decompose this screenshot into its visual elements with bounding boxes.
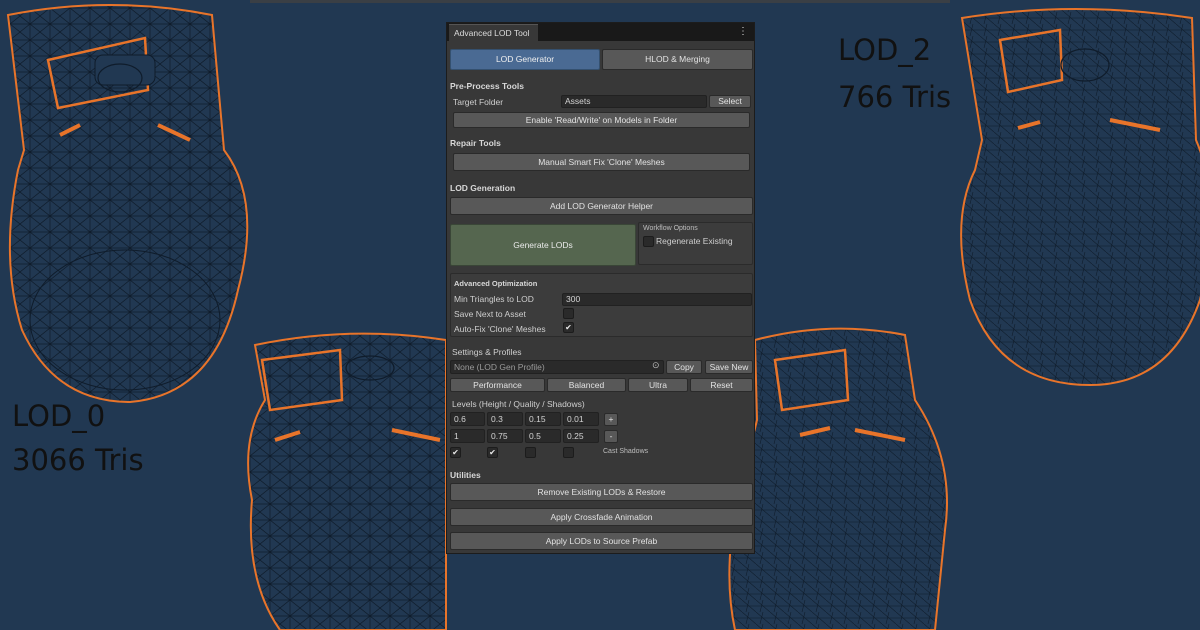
level-shadow-checkbox[interactable]: ✔ bbox=[487, 447, 498, 458]
generate-lods-button[interactable]: Generate LODs bbox=[450, 224, 636, 266]
preprocess-header: Pre-Process Tools bbox=[450, 81, 525, 91]
lod2-name-label: LOD_2 bbox=[838, 33, 932, 67]
target-folder-field[interactable]: Assets bbox=[561, 95, 707, 108]
select-folder-button[interactable]: Select bbox=[709, 95, 751, 108]
lod-generation-header: LOD Generation bbox=[450, 183, 516, 193]
workflow-options-box: Workflow Options Regenerate Existing bbox=[638, 222, 753, 265]
apply-crossfade-button[interactable]: Apply Crossfade Animation bbox=[450, 508, 753, 526]
level-quality-field[interactable]: 0.75 bbox=[487, 429, 523, 443]
auto-fix-clone-label: Auto-Fix 'Clone' Meshes bbox=[454, 324, 546, 334]
object-picker-icon[interactable]: ⊙ bbox=[652, 360, 660, 371]
gas-tank-model-lod0 bbox=[6, 4, 249, 404]
lod0-tris-label: 3066 Tris bbox=[12, 443, 144, 477]
level-shadow-checkbox[interactable]: ✔ bbox=[450, 447, 461, 458]
level-quality-field[interactable]: 0.5 bbox=[525, 429, 561, 443]
utilities-header: Utilities bbox=[450, 470, 481, 480]
kebab-menu-icon[interactable]: ⋮ bbox=[738, 25, 748, 39]
level-height-field[interactable]: 0.6 bbox=[450, 412, 485, 426]
min-triangles-field[interactable]: 300 bbox=[562, 293, 752, 306]
save-new-profile-button[interactable]: Save New bbox=[705, 360, 753, 374]
save-next-to-asset-checkbox[interactable] bbox=[563, 308, 574, 319]
profile-object-field[interactable]: None (LOD Gen Profile) bbox=[450, 360, 664, 374]
lod0-name-label: LOD_0 bbox=[12, 399, 106, 433]
add-lod-generator-helper-button[interactable]: Add LOD Generator Helper bbox=[450, 197, 753, 215]
window-tab[interactable]: Advanced LOD Tool bbox=[449, 24, 538, 41]
level-quality-field[interactable]: 1 bbox=[450, 429, 485, 443]
min-triangles-label: Min Triangles to LOD bbox=[454, 294, 534, 304]
tab-lod-generator[interactable]: LOD Generator bbox=[450, 49, 600, 70]
level-quality-field[interactable]: 0.25 bbox=[563, 429, 599, 443]
advanced-optimization-header: Advanced Optimization bbox=[454, 279, 538, 288]
window-title-bar: Advanced LOD Tool ⋮ bbox=[447, 23, 754, 41]
manual-smart-fix-button[interactable]: Manual Smart Fix 'Clone' Meshes bbox=[453, 153, 750, 171]
save-next-to-asset-label: Save Next to Asset bbox=[454, 309, 526, 319]
settings-profiles-header: Settings & Profiles bbox=[452, 347, 522, 357]
tab-hlod-merging[interactable]: HLOD & Merging bbox=[602, 49, 753, 70]
repair-header: Repair Tools bbox=[450, 138, 501, 148]
gas-tank-model-lod3 bbox=[728, 327, 948, 630]
advanced-lod-tool-window: Advanced LOD Tool ⋮ LOD Generator HLOD &… bbox=[446, 22, 755, 554]
level-height-field[interactable]: 0.3 bbox=[487, 412, 523, 426]
regenerate-existing-checkbox[interactable] bbox=[643, 236, 654, 247]
regenerate-existing-label: Regenerate Existing bbox=[656, 236, 733, 246]
remove-level-button[interactable]: - bbox=[604, 430, 618, 443]
cast-shadows-label: Cast Shadows bbox=[603, 448, 649, 455]
copy-profile-button[interactable]: Copy bbox=[666, 360, 702, 374]
preset-performance-button[interactable]: Performance bbox=[450, 378, 545, 392]
lod2-tris-label: 766 Tris bbox=[838, 80, 952, 114]
preset-balanced-button[interactable]: Balanced bbox=[547, 378, 626, 392]
gas-tank-model-lod1 bbox=[247, 332, 447, 630]
workflow-options-title: Workflow Options bbox=[643, 225, 698, 232]
levels-header: Levels (Height / Quality / Shadows) bbox=[452, 399, 585, 409]
gas-tank-model-lod2 bbox=[960, 8, 1200, 387]
remove-existing-lods-button[interactable]: Remove Existing LODs & Restore bbox=[450, 483, 753, 501]
enable-read-write-button[interactable]: Enable 'Read/Write' on Models in Folder bbox=[453, 112, 750, 128]
level-shadow-checkbox[interactable] bbox=[563, 447, 574, 458]
level-shadow-checkbox[interactable] bbox=[525, 447, 536, 458]
advanced-optimization-box: Advanced Optimization Min Triangles to L… bbox=[450, 273, 753, 337]
target-folder-label: Target Folder bbox=[453, 97, 504, 107]
auto-fix-clone-checkbox[interactable]: ✔ bbox=[563, 322, 574, 333]
add-level-button[interactable]: + bbox=[604, 413, 618, 426]
preset-reset-button[interactable]: Reset bbox=[690, 378, 753, 392]
level-height-field[interactable]: 0.15 bbox=[525, 412, 561, 426]
viewport-top-edge bbox=[250, 0, 950, 3]
apply-lods-to-prefab-button[interactable]: Apply LODs to Source Prefab bbox=[450, 532, 753, 550]
level-height-field[interactable]: 0.01 bbox=[563, 412, 599, 426]
preset-ultra-button[interactable]: Ultra bbox=[628, 378, 688, 392]
